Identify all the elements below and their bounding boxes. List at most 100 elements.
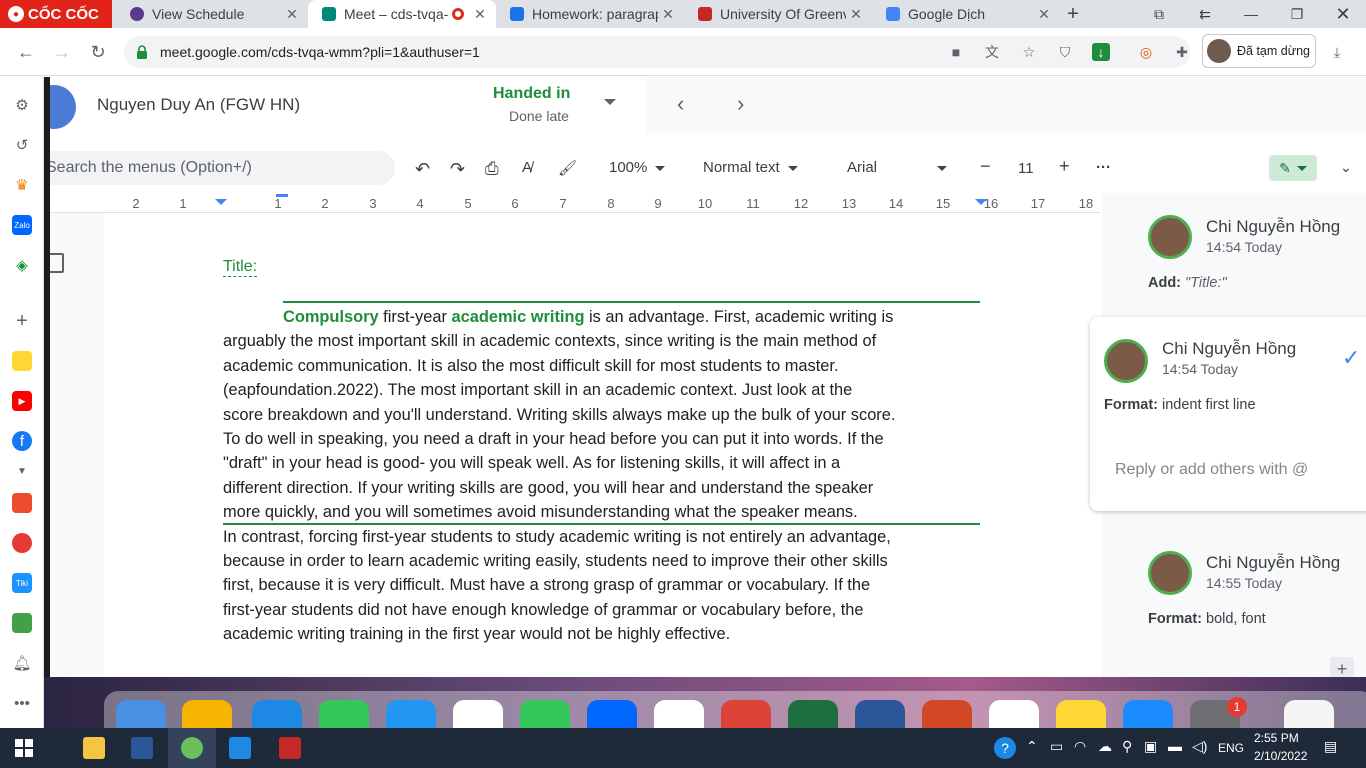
collapse-toolbar-icon[interactable]: ⌄ <box>1340 159 1352 176</box>
windows-start-button[interactable] <box>0 728 48 768</box>
more-options-button[interactable]: ··· <box>1096 159 1111 176</box>
word-taskbar-button[interactable] <box>118 728 166 768</box>
reload-button[interactable]: ↻ <box>86 40 110 64</box>
chevron-up-icon[interactable]: ⌃ <box>1026 738 1038 755</box>
gear-icon[interactable]: ⚙ <box>12 95 32 115</box>
new-tab-button[interactable]: + <box>1056 0 1090 28</box>
notification-center-icon[interactable]: ▤ <box>1324 738 1337 755</box>
ruler[interactable]: 2 1 1 2 3 4 5 6 7 8 9 10 11 12 13 14 15 16 17 18 <box>50 193 1100 213</box>
font-select[interactable]: Arial <box>847 159 948 176</box>
document-title-suggestion[interactable]: Title: <box>223 258 258 277</box>
undo-icon[interactable]: ↶ <box>415 159 430 180</box>
coccoc-menu-button[interactable]: ● CỐC CỐC <box>0 0 112 28</box>
screen-share-icon[interactable]: ▣ <box>1144 738 1157 755</box>
more-icon[interactable]: ••• <box>12 693 32 713</box>
translate-icon[interactable]: 文 <box>983 43 1001 61</box>
previous-student-icon[interactable]: ‹ <box>677 91 684 117</box>
facebook-icon[interactable]: f <box>12 431 32 451</box>
cloud-icon[interactable]: ☁ <box>1098 738 1112 755</box>
add-comment-icon[interactable]: + <box>1330 657 1354 677</box>
document-outline-icon[interactable] <box>50 253 64 273</box>
left-indent-marker[interactable] <box>215 199 227 205</box>
document-body[interactable]: Compulsory first-year academic writing i… <box>223 305 983 646</box>
forward-button[interactable]: → <box>50 40 74 64</box>
chevron-down-icon[interactable] <box>604 99 616 105</box>
paint-format-icon[interactable]: 🖌︎ <box>558 159 577 177</box>
extension-coccoc-icon[interactable]: ◎ <box>1137 43 1155 61</box>
coccoc-taskbar-button[interactable] <box>168 728 216 768</box>
close-window-button[interactable]: ✕ <box>1320 0 1366 28</box>
print-icon[interactable]: ⎙ <box>485 159 499 179</box>
suggesting-mode-button[interactable]: ✎ <box>1269 155 1317 181</box>
chevron-down-icon[interactable]: ▼ <box>12 461 32 481</box>
decrease-font-size-button[interactable]: − <box>980 156 991 177</box>
menu-search-input[interactable]: Search the menus (Option+/) <box>50 151 395 185</box>
comment-card[interactable]: Chi Nguyễn Hồng 14:54 Today Add: "Title:… <box>1102 193 1366 291</box>
zoom-select[interactable]: 100% <box>609 159 666 176</box>
restore-button[interactable]: ❐ <box>1274 0 1320 28</box>
add-icon[interactable]: + <box>12 310 32 332</box>
puzzle-extensions-icon[interactable]: ✚ <box>1173 43 1191 61</box>
student-name[interactable]: Nguyen Duy An (FGW HN) <box>97 95 300 115</box>
shopee-icon[interactable] <box>12 493 32 513</box>
gamepad-icon[interactable]: ◈ <box>12 255 32 275</box>
zalo-icon[interactable]: Zalo <box>12 215 32 235</box>
tab-university[interactable]: University Of Greenv ✕ <box>684 0 872 28</box>
tiki-icon[interactable]: Tiki <box>12 573 32 593</box>
next-student-icon[interactable]: › <box>737 91 744 117</box>
word-icon <box>855 700 905 728</box>
youtube-icon[interactable]: ▶ <box>12 391 32 411</box>
reply-input[interactable]: Reply or add others with @ <box>1115 461 1308 479</box>
display-icon[interactable]: ▭ <box>1050 738 1063 755</box>
file-explorer-button[interactable] <box>70 728 118 768</box>
comment-card[interactable]: Chi Nguyễn Hồng 14:55 Today Format: bold… <box>1102 529 1366 627</box>
ruler-tick-label: 1 <box>274 196 282 211</box>
clock-time[interactable]: 2:55 PM <box>1254 731 1299 745</box>
close-tab-icon[interactable]: ✕ <box>1034 6 1054 23</box>
tab-view-schedule[interactable]: View Schedule ✕ <box>116 0 308 28</box>
history-icon[interactable]: ↺ <box>12 135 32 155</box>
photos-taskbar-button[interactable] <box>216 728 264 768</box>
help-icon[interactable]: ? <box>994 737 1016 759</box>
notes-icon[interactable] <box>12 351 32 371</box>
close-tab-icon[interactable]: ✕ <box>470 6 490 23</box>
comment-card-active[interactable]: Chi Nguyễn Hồng 14:54 Today ✓ Format: in… <box>1090 317 1366 511</box>
close-tab-icon[interactable]: ✕ <box>658 6 678 23</box>
downloads-icon[interactable]: ⤓ <box>1328 43 1346 61</box>
app-taskbar-button[interactable] <box>266 728 314 768</box>
tab-homework[interactable]: Homework: paragrap ✕ <box>496 0 684 28</box>
spreadsheet-icon[interactable] <box>12 613 32 633</box>
microphone-icon[interactable]: ⚲ <box>1122 738 1132 755</box>
close-tab-icon[interactable]: ✕ <box>846 6 866 23</box>
increase-font-size-button[interactable]: + <box>1059 156 1070 177</box>
profile-button[interactable]: Đã tạm dừng <box>1202 34 1316 68</box>
facetime-icon <box>520 700 570 728</box>
battery-icon[interactable]: ▬ <box>1168 738 1182 754</box>
tab-search-icon[interactable]: ⧉ <box>1136 0 1182 28</box>
clock-date[interactable]: 2/10/2022 <box>1254 749 1307 763</box>
crown-icon[interactable]: ♛ <box>12 175 32 195</box>
address-bar[interactable]: meet.google.com/cds-tvqa-wmm?pli=1&authu… <box>124 36 1190 68</box>
bookmark-star-icon[interactable]: ☆ <box>1020 43 1038 61</box>
network-icon[interactable]: ◠ <box>1074 738 1086 755</box>
minimize-button[interactable]: — <box>1228 0 1274 28</box>
first-line-indent-marker[interactable] <box>276 194 288 197</box>
spellcheck-icon[interactable]: A̸ <box>522 159 532 176</box>
close-tab-icon[interactable]: ✕ <box>282 6 302 23</box>
bell-icon[interactable]: 🔔︎ <box>12 653 32 673</box>
back-button[interactable]: ← <box>14 40 38 64</box>
font-size-input[interactable]: 11 <box>1017 159 1035 178</box>
tab-google-meet[interactable]: Meet – cds-tvqa- ✕ <box>308 0 496 28</box>
lazada-icon[interactable] <box>12 533 32 553</box>
right-indent-marker[interactable] <box>975 199 987 205</box>
volume-icon[interactable]: ◁) <box>1192 738 1207 755</box>
language-indicator[interactable]: ENG <box>1218 741 1244 755</box>
download-green-icon[interactable]: ↓ <box>1092 43 1110 61</box>
style-select[interactable]: Normal text <box>703 159 798 176</box>
redo-icon[interactable]: ↷ <box>450 159 465 180</box>
resolve-check-icon[interactable]: ✓ <box>1342 345 1360 371</box>
shield-icon[interactable]: ⛉ <box>1056 43 1074 61</box>
camera-icon[interactable]: ■ <box>947 43 965 61</box>
tab-google-translate[interactable]: Google Dịch ✕ <box>872 0 1060 28</box>
history-back-icon[interactable]: ⇇ <box>1182 0 1228 28</box>
